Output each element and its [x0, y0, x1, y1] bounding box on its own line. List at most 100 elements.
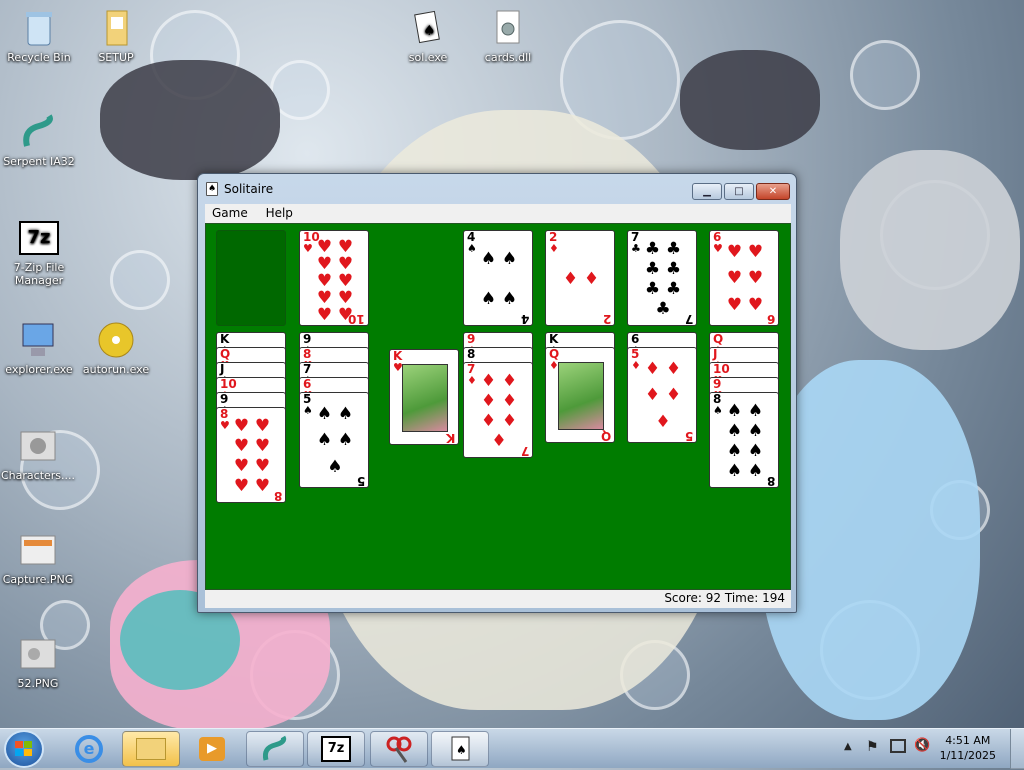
- card-pips: ♦ ♦: [562, 268, 600, 289]
- desktop-icon-explorer-exe[interactable]: explorer.exe: [1, 320, 77, 376]
- card-rank-corner: 8: [766, 474, 775, 488]
- card-pips: ♠ ♠ ♠ ♠ ♠: [316, 403, 354, 478]
- taskbar-solitaire[interactable]: ♠: [431, 731, 489, 767]
- volume-muted-icon[interactable]: 🔇: [914, 738, 930, 753]
- maximize-button[interactable]: □: [724, 183, 754, 200]
- desktop-icon-recycle-bin[interactable]: Recycle Bin: [1, 8, 77, 64]
- solitaire-app-icon: ♠: [206, 182, 218, 196]
- close-button[interactable]: ✕: [756, 183, 790, 200]
- serpent-icon: [262, 735, 287, 761]
- desktop-icon-label: 52.PNG: [17, 677, 59, 690]
- explorer-exe-icon: [17, 320, 61, 360]
- card-pips: ♣ ♣ ♣ ♣ ♣ ♣ ♣: [644, 238, 682, 319]
- windows-logo-icon: [15, 741, 32, 756]
- court-card-art: [558, 362, 604, 430]
- recycle-bin-icon: [17, 8, 61, 48]
- card-pips: ♠ ♠ ♠ ♠ ♠ ♠ ♠ ♠: [726, 400, 764, 481]
- waste-card[interactable]: 10 ♥ ♥ ♥ ♥ ♥ ♥ ♥ ♥ ♥ ♥ ♥ 10: [299, 230, 369, 326]
- card-rank-corner: 2: [602, 312, 611, 326]
- desktop-icon-label: 7-Zip File Manager: [13, 261, 65, 287]
- card-rank-corner: K: [445, 431, 455, 445]
- game-board[interactable]: 10 ♥ ♥ ♥ ♥ ♥ ♥ ♥ ♥ ♥ ♥ ♥ 10 4 ♠ ♠ ♠ ♠ ♠ 4 2 ♦ ♦ ♦ 2 7 ♣ ♣ ♣ ♣ ♣ ♣ ♣ ♣ 7 6 ♥ ♥…: [205, 223, 791, 590]
- foundation-card[interactable]: 6 ♥ ♥ ♥ ♥ ♥ ♥ ♥ 6: [709, 230, 779, 326]
- desktop-icon-7zip[interactable]: 7z 7-Zip File Manager: [1, 218, 77, 287]
- card-pips: ♠ ♠ ♠ ♠: [480, 248, 518, 309]
- folder-icon: [94, 8, 138, 48]
- show-desktop-button[interactable]: [1010, 729, 1024, 769]
- desktop-icon-52-png[interactable]: 52.PNG: [0, 634, 76, 690]
- wallpaper-creature: [100, 60, 280, 180]
- file-explorer-icon: [136, 738, 166, 760]
- window-title: Solitaire: [224, 182, 274, 196]
- taskbar-internet-explorer[interactable]: e: [60, 731, 118, 767]
- wallpaper-creature: [840, 150, 1020, 350]
- taskbar-serpent[interactable]: [246, 731, 304, 767]
- tableau-card[interactable]: 5 ♠ ♠ ♠ ♠ ♠ ♠ 5: [299, 392, 369, 488]
- minimize-button[interactable]: ▁: [692, 183, 722, 200]
- desktop-icon-capture-png[interactable]: Capture.PNG: [0, 530, 76, 586]
- solitaire-icon: ♠: [451, 736, 470, 761]
- card-rank-corner: 5: [356, 474, 365, 488]
- card-pips: ♥ ♥ ♥ ♥ ♥ ♥: [726, 241, 764, 316]
- system-clock[interactable]: 4:51 AM 1/11/2025: [940, 733, 996, 763]
- desktop-icon-label: Capture.PNG: [2, 573, 74, 586]
- media-player-icon: ▶: [199, 737, 225, 761]
- foundation-card[interactable]: 4 ♠ ♠ ♠ ♠ ♠ 4: [463, 230, 533, 326]
- card-rank-corner: 4: [520, 312, 529, 326]
- desktop-icon-label: sol.exe: [408, 51, 448, 64]
- card-suit: ♣: [631, 242, 641, 255]
- foundation-card[interactable]: 7 ♣ ♣ ♣ ♣ ♣ ♣ ♣ ♣ 7: [627, 230, 697, 326]
- network-icon[interactable]: [890, 739, 906, 753]
- court-card-art: [402, 364, 448, 432]
- card-suit: ♦: [549, 242, 559, 255]
- taskbar-snipping-tool[interactable]: [370, 731, 428, 767]
- card-pips: ♥ ♥ ♥ ♥ ♥ ♥ ♥ ♥: [233, 415, 271, 496]
- svg-text:♠: ♠: [423, 23, 436, 39]
- menu-game[interactable]: Game: [205, 204, 255, 222]
- desktop-icon-autorun-exe[interactable]: autorun.exe: [78, 320, 154, 376]
- desktop-icon-label: explorer.exe: [5, 363, 73, 376]
- menu-help[interactable]: Help: [259, 204, 300, 222]
- wallpaper-creature: [680, 50, 820, 150]
- start-button[interactable]: [4, 730, 44, 768]
- tableau-card[interactable]: 8 ♥ ♥ ♥ ♥ ♥ ♥ ♥ ♥ ♥ 8: [216, 407, 286, 503]
- taskbar-file-explorer[interactable]: [122, 731, 180, 767]
- card-rank-corner: 7: [684, 312, 693, 326]
- desktop-icon-cards-dll[interactable]: cards.dll: [470, 8, 546, 64]
- desktop-icon-setup[interactable]: SETUP: [78, 8, 154, 64]
- desktop-icon-characters[interactable]: Characters....: [0, 426, 76, 482]
- show-hidden-icons-button[interactable]: ▲: [844, 741, 852, 752]
- menu-bar: Game Help: [205, 204, 791, 223]
- tableau-card[interactable]: K ♥ K: [389, 349, 459, 445]
- card-suit: ♠: [713, 404, 723, 417]
- card-rank-corner: Q: [600, 429, 611, 443]
- image-file-icon: [16, 426, 60, 466]
- card-rank-corner: 5: [684, 429, 693, 443]
- desktop-icon-label: SETUP: [98, 51, 134, 64]
- desktop-icon-label: Serpent IA32: [3, 155, 75, 168]
- flag-icon[interactable]: ⚑: [866, 739, 879, 755]
- status-bar: Score: 92 Time: 194: [205, 590, 791, 608]
- card-rank-corner: 7: [520, 444, 529, 458]
- card-suit: ♥: [220, 419, 230, 432]
- score-time-text: Score: 92 Time: 194: [664, 591, 785, 605]
- card-pips: ♦ ♦ ♦ ♦ ♦: [644, 358, 682, 433]
- taskbar-7zip[interactable]: 7z: [307, 731, 365, 767]
- card-suit: ♦: [631, 359, 641, 372]
- snipping-tool-icon: [386, 736, 412, 763]
- stock-pile-empty[interactable]: [216, 230, 286, 326]
- foundation-card[interactable]: 2 ♦ ♦ ♦ 2: [545, 230, 615, 326]
- card-suit: ♥: [303, 242, 313, 255]
- dll-file-icon: [486, 8, 530, 48]
- desktop-icon-serpent[interactable]: Serpent IA32: [1, 112, 77, 168]
- tableau-card[interactable]: 5 ♦ ♦ ♦ ♦ ♦ ♦ 5: [627, 347, 697, 443]
- tableau-card[interactable]: 7 ♦ ♦ ♦ ♦ ♦ ♦ ♦ ♦ 7: [463, 362, 533, 458]
- card-rank-corner: 8: [273, 489, 282, 503]
- desktop-icon-label: autorun.exe: [82, 363, 150, 376]
- tableau-card[interactable]: Q ♦ Q: [545, 347, 615, 443]
- window-titlebar[interactable]: ♠ Solitaire ▁ □ ✕: [198, 174, 796, 201]
- card-pips: ♦ ♦ ♦ ♦ ♦ ♦ ♦: [480, 370, 518, 451]
- taskbar-media-player[interactable]: ▶: [183, 731, 241, 767]
- tableau-card[interactable]: 8 ♠ ♠ ♠ ♠ ♠ ♠ ♠ ♠ ♠ 8: [709, 392, 779, 488]
- desktop-icon-sol-exe[interactable]: ♠ sol.exe: [390, 8, 466, 64]
